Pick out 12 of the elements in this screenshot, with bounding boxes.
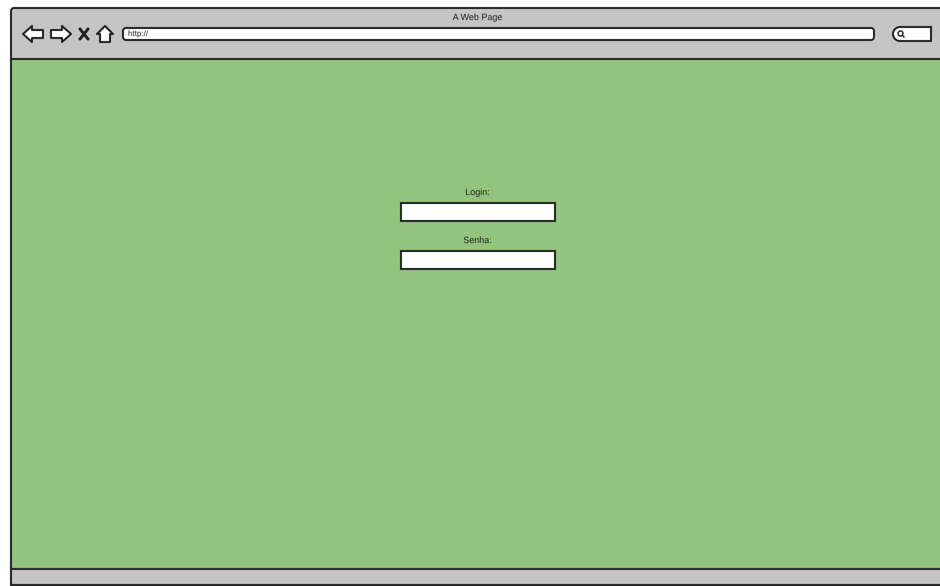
input-field[interactable]	[400, 250, 556, 270]
window-title: A Web Page	[452, 12, 502, 22]
field-label: Login:	[465, 188, 490, 197]
search-field[interactable]	[892, 26, 932, 42]
close-icon[interactable]	[78, 27, 90, 41]
search-icon	[897, 30, 905, 38]
field-label: Senha:	[463, 236, 492, 245]
input-field[interactable]	[400, 202, 556, 222]
back-arrow-icon[interactable]	[22, 25, 44, 43]
home-icon[interactable]	[96, 25, 114, 43]
address-field[interactable]: http://	[122, 27, 875, 41]
forward-arrow-icon[interactable]	[50, 25, 72, 43]
